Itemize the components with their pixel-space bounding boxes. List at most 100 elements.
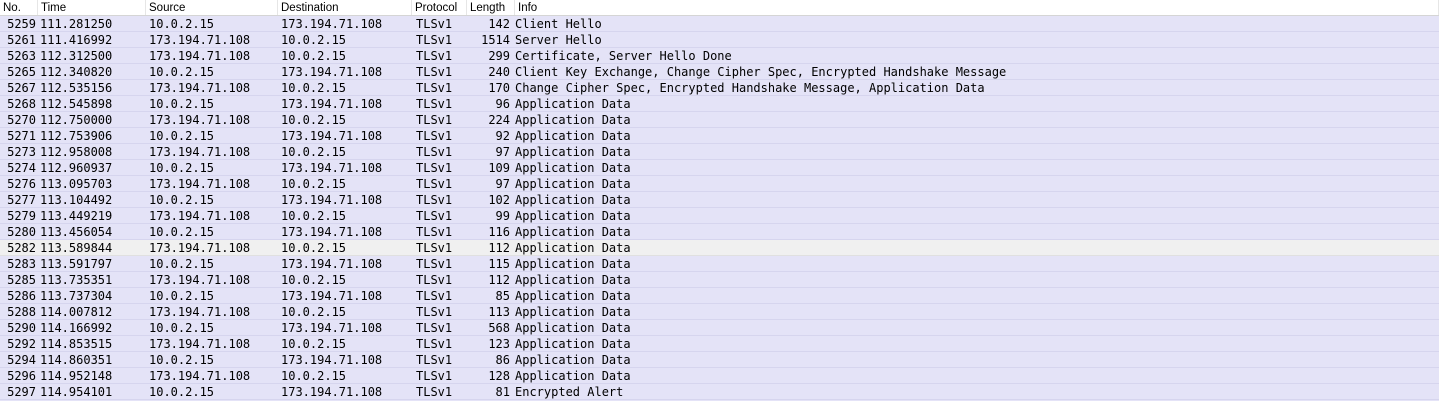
- packet-info: Application Data: [515, 257, 631, 271]
- packet-destination: 10.0.2.15: [281, 273, 347, 287]
- packet-time: 112.545898: [40, 97, 113, 111]
- packet-protocol: TLSv1: [416, 49, 453, 63]
- packet-row[interactable]: 5288 114.007812 173.194.71.108 10.0.2.15 TLS…: [0, 304, 1439, 320]
- packet-info: Application Data: [515, 353, 631, 367]
- packet-no: 5274: [7, 161, 36, 175]
- packet-length: 128: [488, 369, 510, 383]
- packet-row[interactable]: 5283 113.591797 10.0.2.15 173.194.71.108 TLS…: [0, 256, 1439, 272]
- packet-protocol: TLSv1: [416, 81, 453, 95]
- packet-source: 173.194.71.108: [149, 113, 251, 127]
- packet-row[interactable]: 5297 114.954101 10.0.2.15 173.194.71.108 TLS…: [0, 384, 1439, 400]
- packet-source: 10.0.2.15: [149, 129, 215, 143]
- packet-time: 113.589844: [40, 241, 113, 255]
- packet-time: 113.449219: [40, 209, 113, 223]
- packet-row[interactable]: 5261 111.416992 173.194.71.108 10.0.2.15 TLS…: [0, 32, 1439, 48]
- packet-source: 173.194.71.108: [149, 145, 251, 159]
- packet-source: 10.0.2.15: [149, 321, 215, 335]
- packet-row[interactable]: 5267 112.535156 173.194.71.108 10.0.2.15 TLS…: [0, 80, 1439, 96]
- packet-destination: 10.0.2.15: [281, 81, 347, 95]
- packet-time: 114.860351: [40, 353, 113, 367]
- packet-source: 10.0.2.15: [149, 65, 215, 79]
- packet-row[interactable]: 5276 113.095703 173.194.71.108 10.0.2.15 TLS…: [0, 176, 1439, 192]
- column-header-info[interactable]: Info: [515, 0, 1439, 15]
- packet-info: Encrypted Alert: [515, 385, 624, 399]
- packet-destination: 10.0.2.15: [281, 369, 347, 383]
- packet-protocol: TLSv1: [416, 177, 453, 191]
- packet-length: 568: [488, 321, 510, 335]
- column-header-destination[interactable]: Destination: [278, 0, 412, 15]
- packet-source: 173.194.71.108: [149, 369, 251, 383]
- packet-source: 173.194.71.108: [149, 81, 251, 95]
- packet-no: 5286: [7, 289, 36, 303]
- packet-info: Application Data: [515, 145, 631, 159]
- packet-rows: 5259 111.281250 10.0.2.15 173.194.71.108 TLS…: [0, 16, 1439, 400]
- packet-no: 5283: [7, 257, 36, 271]
- packet-row[interactable]: 5271 112.753906 10.0.2.15 173.194.71.108 TLS…: [0, 128, 1439, 144]
- packet-length: 240: [488, 65, 510, 79]
- packet-destination: 10.0.2.15: [281, 145, 347, 159]
- packet-row[interactable]: 5277 113.104492 10.0.2.15 173.194.71.108 TLS…: [0, 192, 1439, 208]
- packet-length: 299: [488, 49, 510, 63]
- packet-time: 112.960937: [40, 161, 113, 175]
- packet-source: 10.0.2.15: [149, 257, 215, 271]
- packet-time: 113.456054: [40, 225, 113, 239]
- packet-destination: 173.194.71.108: [281, 161, 383, 175]
- packet-row[interactable]: 5286 113.737304 10.0.2.15 173.194.71.108 TLS…: [0, 288, 1439, 304]
- packet-protocol: TLSv1: [416, 193, 453, 207]
- packet-row[interactable]: 5279 113.449219 173.194.71.108 10.0.2.15 TLS…: [0, 208, 1439, 224]
- packet-row[interactable]: 5270 112.750000 173.194.71.108 10.0.2.15 TLS…: [0, 112, 1439, 128]
- packet-row[interactable]: 5268 112.545898 10.0.2.15 173.194.71.108 TLS…: [0, 96, 1439, 112]
- packet-row[interactable]: 5274 112.960937 10.0.2.15 173.194.71.108 TLS…: [0, 160, 1439, 176]
- packet-destination: 173.194.71.108: [281, 289, 383, 303]
- packet-time: 113.095703: [40, 177, 113, 191]
- column-header-protocol[interactable]: Protocol: [412, 0, 467, 15]
- packet-protocol: TLSv1: [416, 129, 453, 143]
- packet-row[interactable]: 5282 113.589844 173.194.71.108 10.0.2.15 TLS…: [0, 240, 1439, 256]
- packet-protocol: TLSv1: [416, 369, 453, 383]
- packet-no: 5263: [7, 49, 36, 63]
- packet-row[interactable]: 5296 114.952148 173.194.71.108 10.0.2.15 TLS…: [0, 368, 1439, 384]
- packet-row[interactable]: 5290 114.166992 10.0.2.15 173.194.71.108 TLS…: [0, 320, 1439, 336]
- packet-time: 114.954101: [40, 385, 113, 399]
- packet-source: 10.0.2.15: [149, 385, 215, 399]
- packet-info: Application Data: [515, 289, 631, 303]
- column-header-time[interactable]: Time: [38, 0, 146, 15]
- packet-info: Application Data: [515, 369, 631, 383]
- packet-row[interactable]: 5280 113.456054 10.0.2.15 173.194.71.108 TLS…: [0, 224, 1439, 240]
- packet-source: 173.194.71.108: [149, 241, 251, 255]
- packet-info: Application Data: [515, 177, 631, 191]
- packet-time: 114.166992: [40, 321, 113, 335]
- column-header-source[interactable]: Source: [146, 0, 278, 15]
- packet-source: 10.0.2.15: [149, 353, 215, 367]
- packet-info: Application Data: [515, 321, 631, 335]
- packet-row[interactable]: 5292 114.853515 173.194.71.108 10.0.2.15 TLS…: [0, 336, 1439, 352]
- packet-row[interactable]: 5263 112.312500 173.194.71.108 10.0.2.15 TLS…: [0, 48, 1439, 64]
- packet-list-header: No. Time Source Destination Protocol Len…: [0, 0, 1439, 16]
- packet-info: Application Data: [515, 225, 631, 239]
- packet-source: 173.194.71.108: [149, 49, 251, 63]
- packet-time: 112.750000: [40, 113, 113, 127]
- packet-row[interactable]: 5273 112.958008 173.194.71.108 10.0.2.15 TLS…: [0, 144, 1439, 160]
- column-header-length[interactable]: Length: [467, 0, 515, 15]
- packet-row[interactable]: 5294 114.860351 10.0.2.15 173.194.71.108 TLS…: [0, 352, 1439, 368]
- packet-protocol: TLSv1: [416, 241, 453, 255]
- packet-destination: 173.194.71.108: [281, 321, 383, 335]
- packet-row[interactable]: 5285 113.735351 173.194.71.108 10.0.2.15 TLS…: [0, 272, 1439, 288]
- packet-protocol: TLSv1: [416, 257, 453, 271]
- column-header-no[interactable]: No.: [0, 0, 38, 15]
- packet-protocol: TLSv1: [416, 305, 453, 319]
- packet-length: 99: [495, 209, 510, 223]
- packet-source: 10.0.2.15: [149, 97, 215, 111]
- packet-source: 173.194.71.108: [149, 177, 251, 191]
- packet-destination: 10.0.2.15: [281, 241, 347, 255]
- packet-row[interactable]: 5259 111.281250 10.0.2.15 173.194.71.108 TLS…: [0, 16, 1439, 32]
- packet-no: 5273: [7, 145, 36, 159]
- packet-length: 112: [488, 273, 510, 287]
- packet-no: 5280: [7, 225, 36, 239]
- packet-info: Application Data: [515, 161, 631, 175]
- packet-time: 114.952148: [40, 369, 113, 383]
- packet-no: 5282: [7, 241, 36, 255]
- packet-row[interactable]: 5265 112.340820 10.0.2.15 173.194.71.108 TLS…: [0, 64, 1439, 80]
- packet-no: 5294: [7, 353, 36, 367]
- packet-info: Certificate, Server Hello Done: [515, 49, 732, 63]
